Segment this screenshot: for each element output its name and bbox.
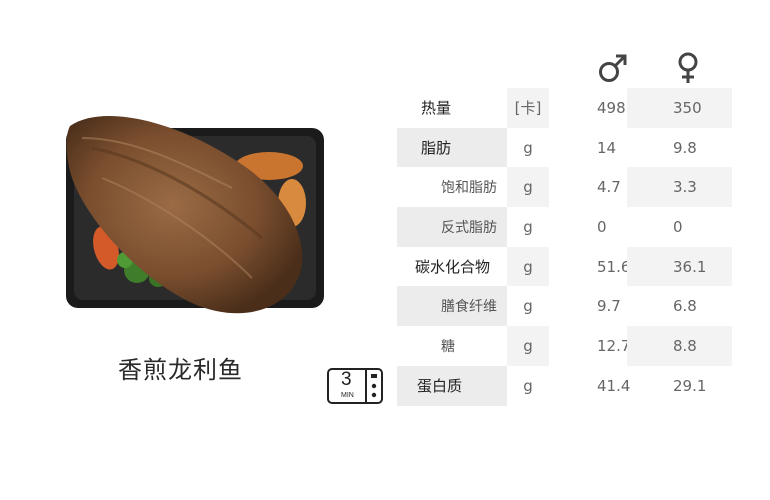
microwave-unit: MIN — [341, 392, 354, 399]
nutrient-female-value: 9.8 — [673, 138, 697, 157]
nutrition-row: 脂肪 g 14 9.8 — [397, 127, 732, 168]
nutrient-male-value: 0 — [597, 217, 607, 236]
nutrition-row: 碳水化合物 g 51.6 36.1 — [397, 246, 732, 287]
nutrient-name: 饱和脂肪 — [441, 180, 497, 197]
microwave-minutes: 3 — [341, 369, 352, 390]
nutrition-row: 膳食纤维 g 9.7 6.8 — [397, 286, 732, 327]
nutrient-male-value: 51.6 — [597, 257, 631, 276]
female-icon — [678, 52, 698, 83]
nutrient-male-value: 4.7 — [597, 178, 621, 197]
nutrient-name: 碳水化合物 — [415, 258, 491, 277]
nutrient-name: 热量 — [421, 99, 452, 118]
nutrient-male-value: 14 — [597, 138, 617, 157]
nutrition-row: 饱和脂肪 g 4.7 3.3 — [397, 167, 732, 208]
nutrient-name: 糖 — [441, 338, 455, 355]
nutrient-male-value: 498 — [597, 98, 626, 117]
nutrient-female-value: 3.3 — [627, 167, 732, 208]
nutrition-table: 热量 [卡] 498 350 脂肪 g 14 9.8 饱和脂肪 g 4.7 3.3 反式脂肪 g 0 0 碳水化… — [397, 88, 732, 406]
nutrition-row: 反式脂肪 g 0 0 — [397, 207, 732, 247]
nutrient-unit: g — [523, 376, 533, 395]
nutrient-female-value: 36.1 — [627, 246, 732, 287]
male-icon — [599, 54, 627, 82]
nutrient-name: 脂肪 — [397, 127, 507, 168]
microwave-icon: 3 MIN — [327, 368, 383, 404]
food-image — [66, 116, 324, 314]
nutrient-unit: g — [523, 297, 533, 316]
nutrition-row: 蛋白质 g 41.4 29.1 — [397, 365, 732, 406]
nutrient-female-value: 0 — [673, 217, 683, 236]
nutrient-name: 反式脂肪 — [397, 207, 507, 247]
nutrient-male-value: 9.7 — [597, 297, 621, 316]
nutrient-name: 膳食纤维 — [397, 286, 507, 327]
nutrient-male-value: 41.4 — [597, 376, 631, 395]
nutrient-male-value: 12.7 — [597, 336, 631, 355]
nutrient-unit: g — [507, 326, 549, 366]
nutrient-female-value: 29.1 — [673, 376, 707, 395]
nutrient-female-value: 6.8 — [673, 297, 697, 316]
nutrition-row: 糖 g 12.7 8.8 — [397, 326, 732, 366]
nutrient-unit: g — [507, 246, 549, 287]
nutrient-unit: [卡] — [507, 88, 549, 128]
nutrient-unit: g — [523, 138, 533, 157]
nutrient-unit: g — [507, 167, 549, 208]
nutrient-unit: g — [523, 217, 533, 236]
nutrient-name: 蛋白质 — [397, 365, 507, 406]
nutrient-female-value: 8.8 — [627, 326, 732, 366]
dish-name: 香煎龙利鱼 — [118, 356, 243, 384]
nutrition-row: 热量 [卡] 498 350 — [397, 88, 732, 128]
nutrient-female-value: 350 — [627, 88, 732, 128]
